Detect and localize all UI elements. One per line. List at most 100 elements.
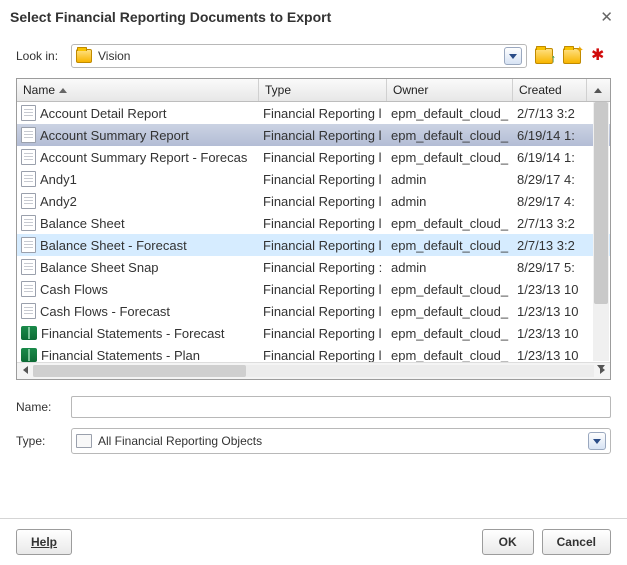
- file-name: Andy2: [40, 194, 77, 209]
- lookin-row: Look in: Vision: [16, 44, 611, 68]
- horizontal-scroll-track[interactable]: [33, 365, 594, 377]
- table-row[interactable]: Account Summary Report - ForecasFinancia…: [17, 146, 610, 168]
- file-name: Balance Sheet: [40, 216, 125, 231]
- cell-type: Financial Reporting l: [259, 326, 387, 341]
- file-name: Balance Sheet - Forecast: [40, 238, 187, 253]
- cell-type: Financial Reporting l: [259, 304, 387, 319]
- cell-type: Financial Reporting l: [259, 106, 387, 121]
- file-name: Andy1: [40, 172, 77, 187]
- document-icon: [21, 127, 36, 143]
- column-header-name-label: Name: [23, 83, 55, 97]
- folder-new-icon: [563, 48, 581, 64]
- cell-owner: epm_default_cloud_: [387, 348, 513, 363]
- cell-created: 8/29/17 4:: [513, 194, 587, 209]
- horizontal-scroll-thumb[interactable]: [33, 365, 246, 377]
- cell-owner: admin: [387, 172, 513, 187]
- file-name: Account Detail Report: [40, 106, 166, 121]
- type-label: Type:: [16, 434, 71, 448]
- table-row[interactable]: Cash FlowsFinancial Reporting lepm_defau…: [17, 278, 610, 300]
- cell-name: Account Detail Report: [17, 105, 259, 121]
- cell-type: Financial Reporting l: [259, 128, 387, 143]
- grid-body[interactable]: Account Detail Report Financial Reporting…: [17, 102, 610, 362]
- table-row[interactable]: Cash Flows - ForecastFinancial Reporting…: [17, 300, 610, 322]
- type-value: All Financial Reporting Objects: [98, 434, 262, 448]
- file-grid: Name Type Owner Created Account Detail R…: [16, 78, 611, 380]
- column-header-owner[interactable]: Owner: [387, 79, 513, 101]
- lookin-value: Vision: [98, 49, 130, 63]
- file-name: Financial Statements - Forecast: [41, 326, 225, 341]
- name-row: Name:: [16, 396, 611, 418]
- cell-owner: epm_default_cloud_: [387, 128, 513, 143]
- document-icon: [21, 237, 36, 253]
- table-row[interactable]: Balance Sheet SnapFinancial Reporting :a…: [17, 256, 610, 278]
- ok-button[interactable]: OK: [482, 529, 534, 555]
- name-input[interactable]: [71, 396, 611, 418]
- vertical-scrollbar[interactable]: [593, 102, 609, 361]
- up-one-level-button[interactable]: [533, 45, 555, 67]
- vertical-scroll-thumb[interactable]: [594, 102, 608, 304]
- column-header-name[interactable]: Name: [17, 79, 259, 101]
- book-icon: [21, 326, 37, 340]
- cell-name: Balance Sheet Snap: [17, 259, 259, 275]
- cell-name: Cash Flows: [17, 281, 259, 297]
- cell-type: Financial Reporting l: [259, 282, 387, 297]
- close-icon[interactable]: ✕: [596, 8, 617, 26]
- table-row[interactable]: Balance SheetFinancial Reporting lepm_de…: [17, 212, 610, 234]
- document-icon: [21, 259, 36, 275]
- dialog-title: Select Financial Reporting Documents to …: [10, 9, 596, 25]
- book-icon: [21, 348, 37, 362]
- file-name: Balance Sheet Snap: [40, 260, 159, 275]
- table-row[interactable]: Account Detail Report Financial Reporting…: [17, 102, 610, 124]
- cell-type: Financial Reporting l: [259, 172, 387, 187]
- scroll-down-arrow[interactable]: [593, 360, 609, 374]
- cell-name: Cash Flows - Forecast: [17, 303, 259, 319]
- file-name: Cash Flows: [40, 282, 108, 297]
- cell-created: 8/29/17 4:: [513, 172, 587, 187]
- dialog-body: Look in: Vision Name Type Owner Created: [0, 36, 627, 518]
- table-row[interactable]: Account Summary ReportFinancial Reportin…: [17, 124, 610, 146]
- cell-name: Account Summary Report - Forecas: [17, 149, 259, 165]
- cell-created: 2/7/13 3:2: [513, 106, 587, 121]
- scroll-left-arrow[interactable]: [17, 366, 33, 377]
- column-header-type[interactable]: Type: [259, 79, 387, 101]
- cell-created: 1/23/13 10: [513, 348, 587, 363]
- cancel-button[interactable]: Cancel: [542, 529, 611, 555]
- lookin-label: Look in:: [16, 49, 71, 63]
- chevron-down-icon[interactable]: [504, 47, 522, 65]
- titlebar: Select Financial Reporting Documents to …: [0, 0, 627, 36]
- cell-created: 8/29/17 5:: [513, 260, 587, 275]
- cell-type: Financial Reporting :: [259, 260, 387, 275]
- table-row[interactable]: Financial Statements - PlanFinancial Rep…: [17, 344, 610, 362]
- cell-name: Balance Sheet: [17, 215, 259, 231]
- scroll-up-arrow[interactable]: [587, 79, 609, 101]
- cell-name: Andy1: [17, 171, 259, 187]
- cell-created: 1/23/13 10: [513, 326, 587, 341]
- document-icon: [21, 303, 36, 319]
- table-row[interactable]: Balance Sheet - Forecast Financial Report…: [17, 234, 610, 256]
- table-row[interactable]: Financial Statements - Forecast Financial…: [17, 322, 610, 344]
- table-row[interactable]: Andy2Financial Reporting ladmin8/29/17 4…: [17, 190, 610, 212]
- cell-type: Financial Reporting l: [259, 238, 387, 253]
- horizontal-scrollbar[interactable]: [17, 362, 610, 379]
- cell-created: 1/23/13 10: [513, 282, 587, 297]
- sort-asc-icon: [59, 88, 67, 93]
- cell-type: Financial Reporting l: [259, 150, 387, 165]
- name-label: Name:: [16, 400, 71, 414]
- document-icon: [21, 105, 36, 121]
- chevron-down-icon[interactable]: [588, 432, 606, 450]
- cell-type: Financial Reporting l: [259, 348, 387, 363]
- favorites-button[interactable]: [589, 45, 611, 67]
- document-icon: [21, 149, 36, 165]
- cell-owner: admin: [387, 194, 513, 209]
- column-header-created[interactable]: Created: [513, 79, 587, 101]
- cell-created: 1/23/13 10: [513, 304, 587, 319]
- table-row[interactable]: Andy1 Financial Reporting ladmin8/29/17 4…: [17, 168, 610, 190]
- help-button[interactable]: Help: [16, 529, 72, 555]
- objects-icon: [76, 434, 92, 448]
- new-folder-button[interactable]: [561, 45, 583, 67]
- lookin-select[interactable]: Vision: [71, 44, 527, 68]
- document-icon: [21, 215, 36, 231]
- cell-created: 2/7/13 3:2: [513, 216, 587, 231]
- grid-header: Name Type Owner Created: [17, 79, 610, 102]
- type-select[interactable]: All Financial Reporting Objects: [71, 428, 611, 454]
